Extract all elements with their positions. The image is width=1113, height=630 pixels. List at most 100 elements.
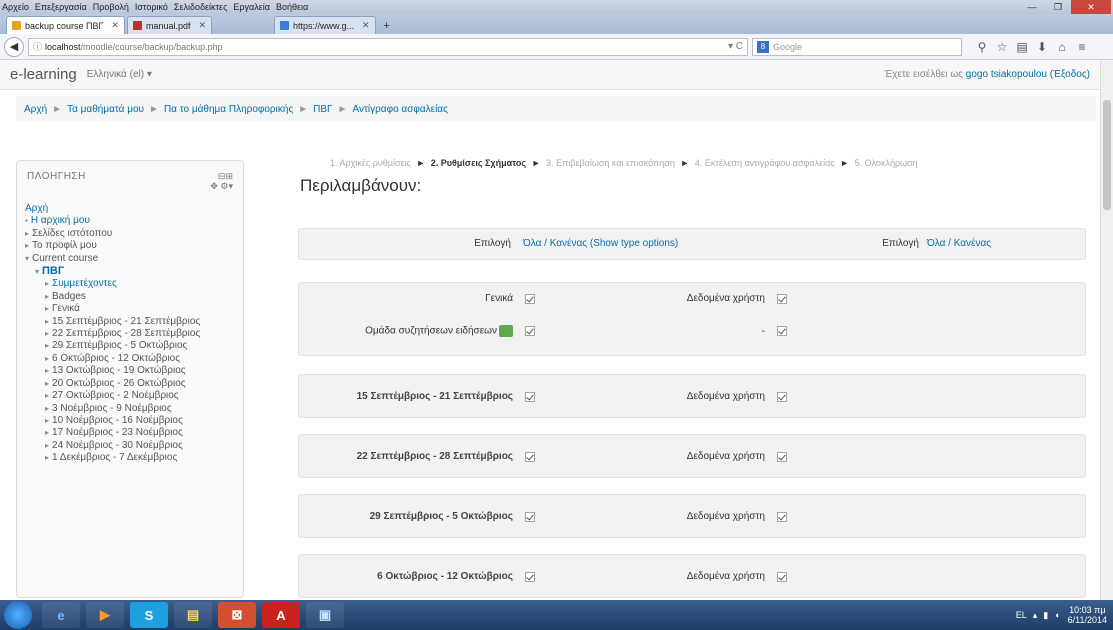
menu-file[interactable]: Αρχείο	[2, 2, 29, 12]
news-user-data-checkbox[interactable]	[777, 326, 787, 336]
breadcrumb-my-courses[interactable]: Τα μαθήματά μου	[67, 104, 144, 115]
nav-tree-item[interactable]: ▪ Η αρχική μου	[25, 215, 243, 227]
site-identity-icon[interactable]: ⓘ	[33, 40, 42, 53]
url-bar[interactable]: ⓘ localhost /moodle/course/backup/backup…	[28, 37, 748, 56]
language-menu[interactable]: Ελληνικά (el) ▾	[87, 69, 152, 80]
select-label: Επιλογή	[474, 238, 511, 249]
nav-tree-item[interactable]: ▸ 10 Νοέμβριος - 16 Νοέμβριος	[25, 415, 243, 427]
nav-tree-item[interactable]: ▸ Badges	[25, 291, 243, 303]
menu-help[interactable]: Βοήθεια	[276, 2, 308, 12]
nav-tree-label[interactable]: Η αρχική μου	[31, 215, 90, 226]
nav-tree-item[interactable]: ▸ 6 Οκτώβριος - 12 Οκτώβριος	[25, 353, 243, 365]
menu-view[interactable]: Προβολή	[93, 2, 129, 12]
nav-tree-item[interactable]: ▸ Γενικά	[25, 303, 243, 315]
nav-tree-item[interactable]: ▸ Το προφίλ μου	[25, 240, 243, 252]
nav-tree-item[interactable]: ▸ 17 Νοέμβριος - 23 Νοέμβριος	[25, 427, 243, 439]
select-all-none-link[interactable]: Όλα / Κανένας (Show type options)	[523, 238, 678, 249]
menu-edit[interactable]: Επεξεργασία	[35, 2, 87, 12]
user-data-checkbox[interactable]	[777, 511, 787, 522]
taskbar-screenshot-icon[interactable]: ▣	[306, 602, 344, 628]
user-link[interactable]: gogo tsiakopoulou	[966, 69, 1047, 80]
home-icon[interactable]: ⌂	[1052, 40, 1072, 54]
taskbar: e ▶ S ▤ ⊠ A ▣ EL ▴ ▮ ◖ 10:03 πμ 6/11/201…	[0, 600, 1113, 630]
breadcrumb-home[interactable]: Αρχή	[24, 104, 47, 115]
step-5: 5. Ολοκλήρωση	[854, 158, 918, 168]
taskbar-ie-icon[interactable]: e	[42, 602, 80, 628]
nav-tree-item[interactable]: Αρχή	[25, 203, 243, 215]
close-tab-icon[interactable]: ✕	[362, 20, 370, 31]
nav-tree-item[interactable]: ▸ Συμμετέχοντες	[25, 278, 243, 290]
select-all-none-link-2[interactable]: Όλα / Κανένας	[927, 238, 991, 249]
nav-tree-label: 15 Σεπτέμβριος - 21 Σεπτέμβριος	[52, 315, 201, 327]
news-forum-checkbox[interactable]	[525, 326, 535, 336]
nav-tree-item[interactable]: ▸ Σελίδες ιστότοπου	[25, 228, 243, 240]
taskbar-acrobat-icon[interactable]: A	[262, 602, 300, 628]
start-button[interactable]	[4, 601, 32, 629]
close-window-button[interactable]: ✕	[1071, 0, 1111, 14]
collapsed-arrow-icon: ▸	[45, 291, 50, 301]
close-tab-icon[interactable]: ✕	[198, 20, 206, 31]
user-data-checkbox[interactable]	[777, 571, 787, 582]
nav-tree-label[interactable]: ПВГ	[42, 265, 64, 277]
nav-tree-label[interactable]: Συμμετέχοντες	[52, 278, 117, 289]
search-bar[interactable]: 8 Google	[752, 37, 962, 56]
nav-tree-label[interactable]: Αρχή	[25, 203, 48, 214]
nav-tree-item[interactable]: ▸ 1 Δεκέμβριος - 7 Δεκέμβριος	[25, 452, 243, 464]
download-icon[interactable]: ⬇	[1032, 40, 1052, 54]
breadcrumb-category[interactable]: Πα το μάθημα Πληροφορικής	[164, 104, 293, 115]
section-checkbox[interactable]	[525, 391, 535, 402]
new-tab-button[interactable]: +	[378, 18, 396, 34]
nav-tree-item[interactable]: ▸ 27 Οκτώβριος - 2 Νοέμβριος	[25, 390, 243, 402]
section-week: 15 Σεπτέμβριος - 21 Σεπτέμβριος Δεδομένα…	[298, 374, 1086, 418]
section-checkbox[interactable]	[525, 571, 535, 582]
menu-history[interactable]: Ιστορικό	[135, 2, 168, 12]
section-checkbox[interactable]	[525, 451, 535, 462]
taskbar-skype-icon[interactable]: S	[130, 602, 168, 628]
close-tab-icon[interactable]: ✕	[111, 20, 119, 31]
section-checkbox[interactable]	[525, 293, 535, 304]
scrollbar-thumb[interactable]	[1103, 100, 1111, 210]
tab-manual-pdf[interactable]: manual.pdf ✕	[126, 16, 213, 34]
volume-icon[interactable]: ◖	[1054, 610, 1059, 620]
nav-tree-item[interactable]: ▾ ПВГ	[25, 265, 243, 278]
section-checkbox[interactable]	[525, 511, 535, 522]
minimize-button[interactable]: —	[1019, 0, 1045, 14]
menu-tools[interactable]: Εργαλεία	[233, 2, 270, 12]
site-brand[interactable]: e-learning	[10, 66, 77, 83]
logout-link[interactable]: (Έξοδος)	[1050, 69, 1090, 80]
nav-tree-item[interactable]: ▸ 20 Οκτώβριος - 26 Οκτώβριος	[25, 378, 243, 390]
move-settings-icon[interactable]: ✥ ⚙▾	[210, 181, 233, 191]
reload-icon[interactable]: ▾ C	[728, 41, 743, 52]
menu-icon[interactable]: ≡	[1072, 40, 1092, 54]
back-button[interactable]: ◀	[4, 36, 24, 57]
taskbar-media-icon[interactable]: ▶	[86, 602, 124, 628]
taskbar-explorer-icon[interactable]: ▤	[174, 602, 212, 628]
star-icon[interactable]: ☆	[992, 40, 1012, 54]
nav-tree-item[interactable]: ▸ 24 Νοέμβριος - 30 Νοέμβριος	[25, 440, 243, 452]
clock[interactable]: 10:03 πμ 6/11/2014	[1068, 605, 1107, 625]
search-icon[interactable]: ⚲	[972, 40, 992, 54]
taskbar-powerpoint-icon[interactable]: ⊠	[218, 602, 256, 628]
tab-web[interactable]: https://www.g... ✕	[274, 16, 376, 34]
tray-arrow-icon[interactable]: ▴	[1033, 610, 1038, 621]
menu-bookmarks[interactable]: Σελιδοδείκτες	[174, 2, 228, 12]
breadcrumb-course[interactable]: ΠΒΓ	[313, 104, 332, 115]
user-data-checkbox[interactable]	[777, 293, 787, 304]
maximize-button[interactable]: ❐	[1045, 0, 1071, 14]
nav-tree-item[interactable]: ▸ 13 Οκτώβριος - 19 Οκτώβριος	[25, 365, 243, 377]
nav-tree-item[interactable]: ▸ 15 Σεπτέμβριος - 21 Σεπτέμβριος	[25, 316, 243, 328]
network-icon[interactable]: ▮	[1043, 610, 1048, 621]
navigation-block: ΠΛΟΗΓΗΣΗ ⊟⊞ ✥ ⚙▾ Αρχή ▪ Η αρχική μου ▸ Σελίδ…	[16, 160, 244, 598]
user-data-checkbox[interactable]	[777, 391, 787, 402]
nav-tree-item[interactable]: ▸ 29 Σεπτέμβριος - 5 Οκτώβριος	[25, 340, 243, 352]
language-indicator[interactable]: EL	[1016, 610, 1027, 620]
bookmarks-icon[interactable]: ▤	[1012, 40, 1032, 54]
breadcrumb-backup[interactable]: Αντίγραφο ασφαλείας	[352, 104, 447, 115]
nav-tree-item[interactable]: ▾ Current course	[25, 253, 243, 265]
page-scrollbar[interactable]	[1100, 60, 1113, 600]
user-data-checkbox[interactable]	[777, 451, 787, 462]
nav-tree-item[interactable]: ▸ 3 Νοέμβριος - 9 Νοέμβριος	[25, 403, 243, 415]
nav-tree-item[interactable]: ▸ 22 Σεπτέμβριος - 28 Σεπτέμβριος	[25, 328, 243, 340]
dock-icon[interactable]: ⊟⊞	[210, 171, 233, 181]
tab-backup-course[interactable]: backup course ПВГ ✕	[6, 16, 125, 34]
